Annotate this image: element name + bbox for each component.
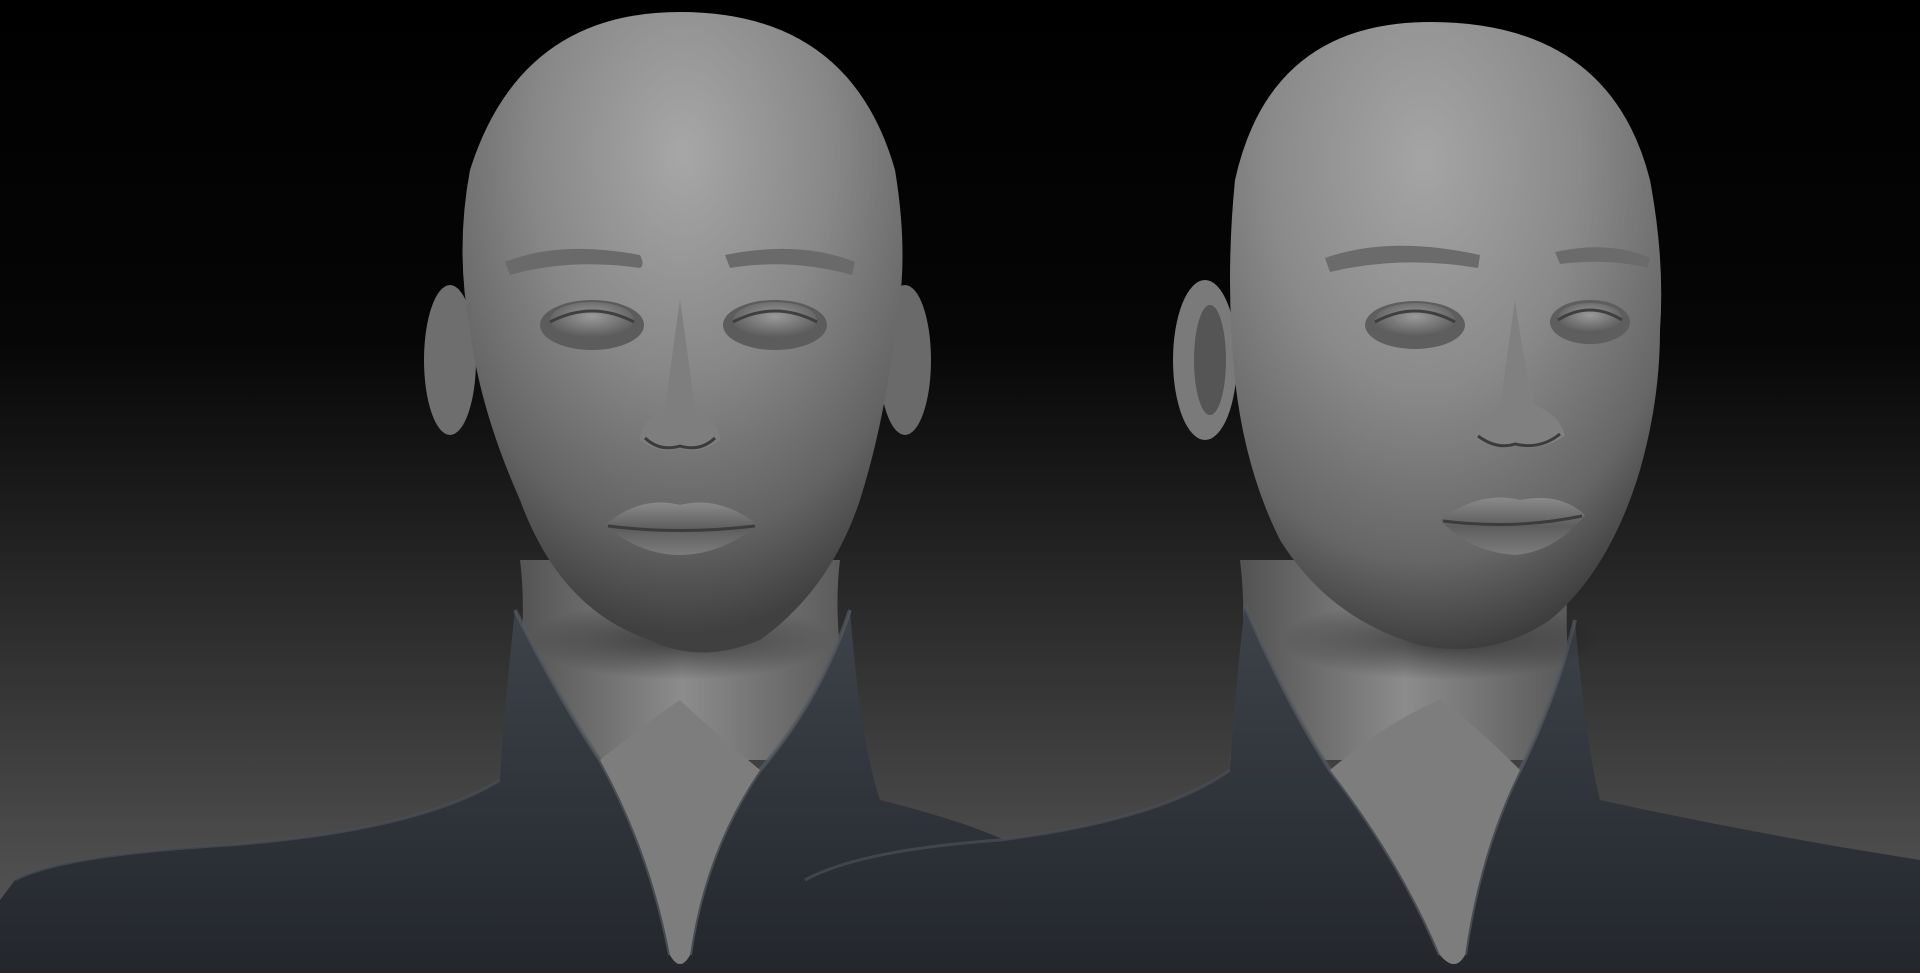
- render-canvas: [0, 0, 1920, 973]
- sculpt-viewport[interactable]: [0, 0, 1920, 973]
